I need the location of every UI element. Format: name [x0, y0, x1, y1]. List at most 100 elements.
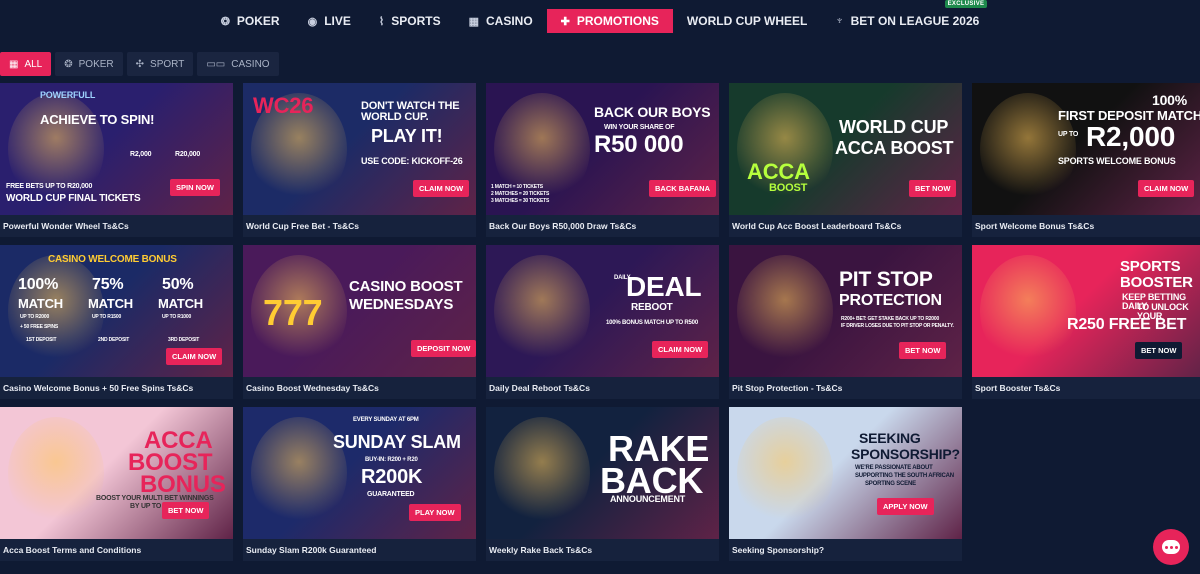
broadcast-icon: ◉	[307, 15, 318, 28]
promo-banner-text: + 50 Free Spins	[20, 324, 58, 330]
promo-banner-image[interactable]: WORLD CUP ACCA BOOST ACCA Boost BET NOW	[729, 83, 962, 215]
promo-cta-button[interactable]: BACK BAFANA	[649, 180, 716, 197]
promo-cta-button[interactable]: CLAIM NOW	[1138, 180, 1195, 197]
promo-banner-text: 3 MATCHES = 30 TICKETS	[491, 198, 550, 204]
promo-card[interactable]: WORLD CUP ACCA BOOST ACCA Boost BET NOW World…	[729, 83, 962, 237]
promo-banner-text: FREE BETS UP TO R20,000	[6, 183, 93, 190]
promo-artwork	[494, 255, 590, 367]
promo-cta-button[interactable]: BET NOW	[909, 180, 957, 197]
nav-item-bet-on-league-2026[interactable]: ♆ BET ON LEAGUE 2026 EXCLUSIVE	[821, 0, 993, 33]
poker-chip-icon: ❂	[220, 15, 230, 28]
promo-banner-text: BACK OUR BOYS	[594, 104, 711, 120]
promo-terms-link[interactable]: Sport Welcome Bonus Ts&Cs	[972, 215, 1200, 237]
promo-terms-link[interactable]: World Cup Acc Boost Leaderboard Ts&Cs	[729, 215, 962, 237]
promo-card[interactable]: EVERY SUNDAY AT 6PM SUNDAY SLAM BUY-IN: R2…	[243, 407, 476, 561]
promo-banner-image[interactable]: ACCA BOOST BONUS Boost your multi bet winni…	[0, 407, 233, 539]
slot-icon: ▭▭	[206, 58, 226, 70]
promo-banner-text: supporting the South African	[855, 473, 954, 479]
promo-banner-text: EVERY SUNDAY AT 6PM	[353, 417, 419, 423]
exclusive-badge: EXCLUSIVE	[944, 0, 988, 8]
promo-terms-link[interactable]: Sport Booster Ts&Cs	[972, 377, 1200, 399]
promo-banner-text: UP TO R1000	[162, 314, 192, 320]
promo-banner-image[interactable]: Casino Welcome Bonus 100% MATCH UP TO R2000…	[0, 245, 233, 377]
nav-item-live[interactable]: ◉ LIVE	[294, 9, 365, 33]
promo-terms-link[interactable]: Daily Deal Reboot Ts&Cs	[486, 377, 719, 399]
promo-banner-text: SUNDAY SLAM	[333, 432, 461, 452]
promo-cta-button[interactable]: BET NOW	[899, 342, 947, 359]
promo-card[interactable]: DAILY DEAL REBOOT 100% BONUS MATCH UP TO R5…	[486, 245, 719, 399]
promo-banner-image[interactable]: PIT STOP PROTECTION R200+ Bet: Get Stake B…	[729, 245, 962, 377]
filter-sport[interactable]: ✣ SPORT	[126, 52, 194, 76]
promo-card[interactable]: SPORTS BOOSTER Keep betting daily to unlock…	[972, 245, 1200, 399]
promo-banner-image[interactable]: SEEKING SPONSORSHIP? We're passionate abou…	[729, 407, 962, 539]
promo-banner-image[interactable]: CASINO BOOST WEDNESDAYS 777 DEPOSIT NOW	[243, 245, 476, 377]
promo-card[interactable]: SEEKING SPONSORSHIP? We're passionate abou…	[729, 407, 962, 561]
promo-card[interactable]: Casino Welcome Bonus 100% MATCH UP TO R2000…	[0, 245, 233, 399]
nav-item-poker[interactable]: ❂ POKER	[207, 9, 294, 33]
filter-poker[interactable]: ❂ POKER	[55, 52, 123, 76]
promo-banner-text: if Driver Loses Due to Pit Stop or Penal…	[841, 323, 954, 329]
promo-banner-image[interactable]: RAKE BACK ANNOUNCEMENT	[486, 407, 719, 539]
promo-banner-image[interactable]: 100% FIRST DEPOSIT MATCH UP TO R2,000 SPORTS…	[972, 83, 1200, 215]
promo-banner-text: WEDNESDAYS	[349, 296, 454, 313]
promo-banner-image[interactable]: DAILY DEAL REBOOT 100% BONUS MATCH UP TO R5…	[486, 245, 719, 377]
promo-banner-text: R20,000	[175, 151, 201, 158]
filter-casino[interactable]: ▭▭ CASINO	[197, 52, 279, 76]
promo-terms-link[interactable]: Powerful Wonder Wheel Ts&Cs	[0, 215, 233, 237]
promo-terms-link[interactable]: World Cup Free Bet - Ts&Cs	[243, 215, 476, 237]
promo-banner-image[interactable]: POWERFULL ACHIEVE TO SPIN! R2,000 R20,000 FR…	[0, 83, 233, 215]
promo-terms-link[interactable]: Weekly Rake Back Ts&Cs	[486, 539, 719, 561]
promo-cta-button[interactable]: BET NOW	[162, 502, 210, 519]
promo-card[interactable]: ACCA BOOST BONUS Boost your multi bet winni…	[0, 407, 233, 561]
promo-cta-button[interactable]: CLAIM NOW	[166, 348, 223, 365]
promo-cta-button[interactable]: DEPOSIT NOW	[411, 340, 476, 357]
promo-banner-text: R250 Free Bet	[1067, 316, 1187, 333]
filter-label: SPORT	[150, 58, 185, 70]
promo-banner-image[interactable]: EVERY SUNDAY AT 6PM SUNDAY SLAM BUY-IN: R2…	[243, 407, 476, 539]
promo-card[interactable]: CASINO BOOST WEDNESDAYS 777 DEPOSIT NOW Casi…	[243, 245, 476, 399]
promo-terms-link[interactable]: Pit Stop Protection - Ts&Cs	[729, 377, 962, 399]
promo-banner-text: sporting scene	[865, 481, 916, 487]
promo-terms-link[interactable]: Casino Boost Wednesday Ts&Cs	[243, 377, 476, 399]
nav-item-label: WORLD CUP WHEEL	[686, 14, 808, 28]
promo-card[interactable]: BACK OUR BOYS WIN YOUR SHARE OF R50 000 1 M…	[486, 83, 719, 237]
promo-banner-text: CASINO BOOST	[349, 278, 463, 295]
promo-card[interactable]: 100% FIRST DEPOSIT MATCH UP TO R2,000 SPORTS…	[972, 83, 1200, 237]
promo-banner-image[interactable]: SPORTS BOOSTER Keep betting daily to unlock…	[972, 245, 1200, 377]
promo-cta-button[interactable]: Apply Now	[877, 498, 934, 515]
promo-banner-text: 2 MATCHES = 20 TICKETS	[491, 191, 550, 197]
promo-cta-button[interactable]: SPIN NOW	[170, 179, 220, 196]
promo-artwork	[8, 417, 104, 529]
promo-banner-text: ACHIEVE TO SPIN!	[40, 112, 155, 127]
promo-card[interactable]: WC26 DON'T WATCH THE WORLD CUP. PLAY IT! US…	[243, 83, 476, 237]
promo-card[interactable]: PIT STOP PROTECTION R200+ Bet: Get Stake B…	[729, 245, 962, 399]
promo-terms-link[interactable]: Casino Welcome Bonus + 50 Free Spins Ts&…	[0, 377, 233, 399]
filter-label: POKER	[78, 58, 114, 70]
promo-terms-link[interactable]: Acca Boost Terms and Conditions	[0, 539, 233, 561]
nav-item-label: SPORTS	[391, 14, 441, 28]
promo-banner-image[interactable]: BACK OUR BOYS WIN YOUR SHARE OF R50 000 1 M…	[486, 83, 719, 215]
nav-item-casino[interactable]: ▦ CASINO	[455, 9, 547, 33]
promo-banner-text: R2,000	[1086, 121, 1176, 152]
promo-cta-button[interactable]: BET NOW	[1135, 342, 1183, 359]
promo-cta-button[interactable]: CLAIM NOW	[413, 180, 470, 197]
promo-banner-text: MATCH	[88, 296, 133, 311]
promo-banner-text: PROTECTION	[839, 292, 942, 309]
promo-cta-button[interactable]: CLAIM NOW	[652, 341, 709, 358]
promo-banner-text: R200K	[361, 466, 423, 488]
promo-banner-text: 100%	[1152, 92, 1188, 108]
promo-terms-link[interactable]: Seeking Sponsorship?	[729, 539, 962, 561]
promo-artwork	[8, 255, 104, 367]
promo-terms-link[interactable]: Back Our Boys R50,000 Draw Ts&Cs	[486, 215, 719, 237]
chat-button[interactable]	[1153, 529, 1189, 565]
promo-banner-image[interactable]: WC26 DON'T WATCH THE WORLD CUP. PLAY IT! US…	[243, 83, 476, 215]
nav-item-world-cup-wheel[interactable]: WORLD CUP WHEEL	[673, 9, 821, 33]
filter-all[interactable]: ▦ ALL	[0, 52, 52, 76]
promo-card[interactable]: POWERFULL ACHIEVE TO SPIN! R2,000 R20,000 FR…	[0, 83, 233, 237]
promo-terms-link[interactable]: Sunday Slam R200k Guaranteed	[243, 539, 476, 561]
nav-item-promotions[interactable]: ✚ PROMOTIONS	[546, 9, 673, 33]
promo-banner-text: UP TO R2000	[20, 314, 50, 320]
nav-item-sports[interactable]: ⌇ SPORTS	[365, 9, 455, 33]
promo-card[interactable]: RAKE BACK ANNOUNCEMENT Weekly Rake Back Ts&…	[486, 407, 719, 561]
promo-cta-button[interactable]: PLAY NOW	[409, 504, 461, 521]
